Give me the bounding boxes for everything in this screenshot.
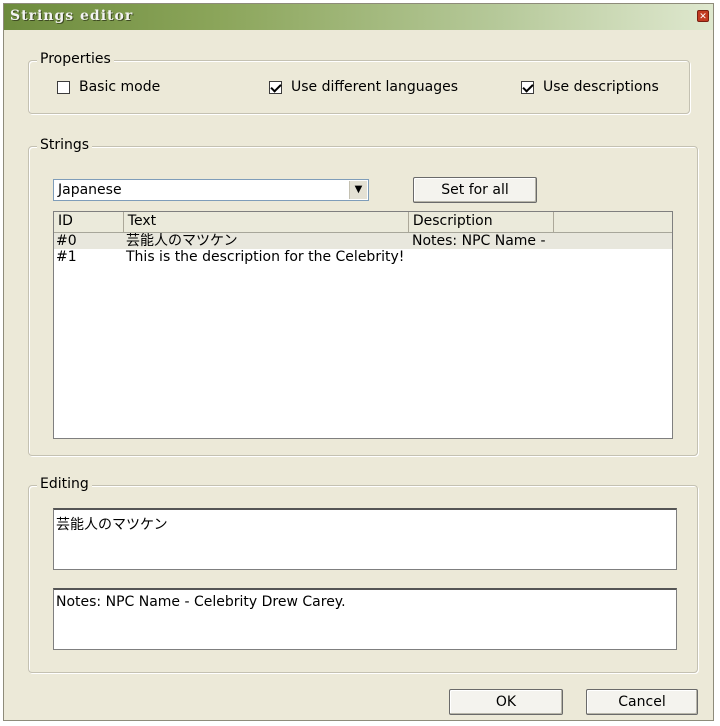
- use-languages-label: Use different languages: [291, 79, 458, 95]
- column-header-filler: [554, 212, 672, 232]
- use-languages-box[interactable]: [269, 80, 282, 94]
- row-text: This is the description for the Celebrit…: [126, 249, 405, 265]
- row-description: [544, 249, 664, 265]
- strings-legend: Strings: [37, 137, 93, 153]
- title-bar[interactable]: Strings editor ✕: [4, 4, 713, 30]
- close-icon[interactable]: ✕: [697, 10, 709, 22]
- text-edit-value: 芸能人のマツケン: [56, 517, 168, 533]
- row-description: Notes: NPC Name -: [412, 233, 546, 249]
- table-row[interactable]: #1 This is the description for the Celeb…: [54, 249, 672, 265]
- basic-mode-label: Basic mode: [79, 79, 161, 95]
- description-edit-value: Notes: NPC Name - Celebrity Drew Carey.: [56, 594, 346, 610]
- language-value: Japanese: [58, 182, 122, 198]
- column-header-id[interactable]: ID: [54, 212, 124, 232]
- use-descriptions-checkbox[interactable]: Use descriptions: [521, 79, 659, 95]
- editing-legend: Editing: [37, 476, 92, 492]
- description-edit-field[interactable]: Notes: NPC Name - Celebrity Drew Carey.: [53, 588, 677, 650]
- set-for-all-button[interactable]: Set for all: [413, 177, 537, 203]
- ok-label: OK: [495, 694, 517, 710]
- strings-group: Strings Japanese ▼ Set for all ID Text D…: [28, 137, 698, 456]
- strings-list[interactable]: ID Text Description #0 芸能人のマツケン Notes: N…: [53, 211, 673, 439]
- use-languages-checkbox[interactable]: Use different languages: [269, 79, 458, 95]
- use-descriptions-label: Use descriptions: [543, 79, 659, 95]
- ok-button[interactable]: OK: [449, 689, 563, 715]
- text-edit-field[interactable]: 芸能人のマツケン: [53, 508, 677, 570]
- editing-group: Editing 芸能人のマツケン Notes: NPC Name - Celeb…: [28, 476, 698, 673]
- set-for-all-label: Set for all: [441, 182, 509, 198]
- strings-editor-window: Strings editor ✕ Properties Basic mode U…: [3, 3, 714, 721]
- list-header: ID Text Description: [54, 212, 672, 233]
- properties-group: Properties Basic mode Use different lang…: [28, 51, 690, 114]
- cancel-button[interactable]: Cancel: [586, 689, 698, 715]
- column-header-description[interactable]: Description: [409, 212, 555, 232]
- window-title: Strings editor: [10, 8, 134, 24]
- cancel-label: Cancel: [618, 694, 666, 710]
- table-row[interactable]: #0 芸能人のマツケン Notes: NPC Name -: [54, 233, 672, 249]
- row-id: #0: [56, 233, 77, 249]
- basic-mode-checkbox[interactable]: Basic mode: [57, 79, 160, 95]
- properties-legend: Properties: [37, 51, 114, 67]
- language-select[interactable]: Japanese ▼: [53, 179, 369, 201]
- row-text: 芸能人のマツケン: [126, 233, 238, 249]
- use-descriptions-box[interactable]: [521, 80, 534, 94]
- chevron-down-icon[interactable]: ▼: [349, 181, 367, 199]
- column-header-text[interactable]: Text: [124, 212, 409, 232]
- basic-mode-box[interactable]: [57, 80, 70, 94]
- row-id: #1: [56, 249, 77, 265]
